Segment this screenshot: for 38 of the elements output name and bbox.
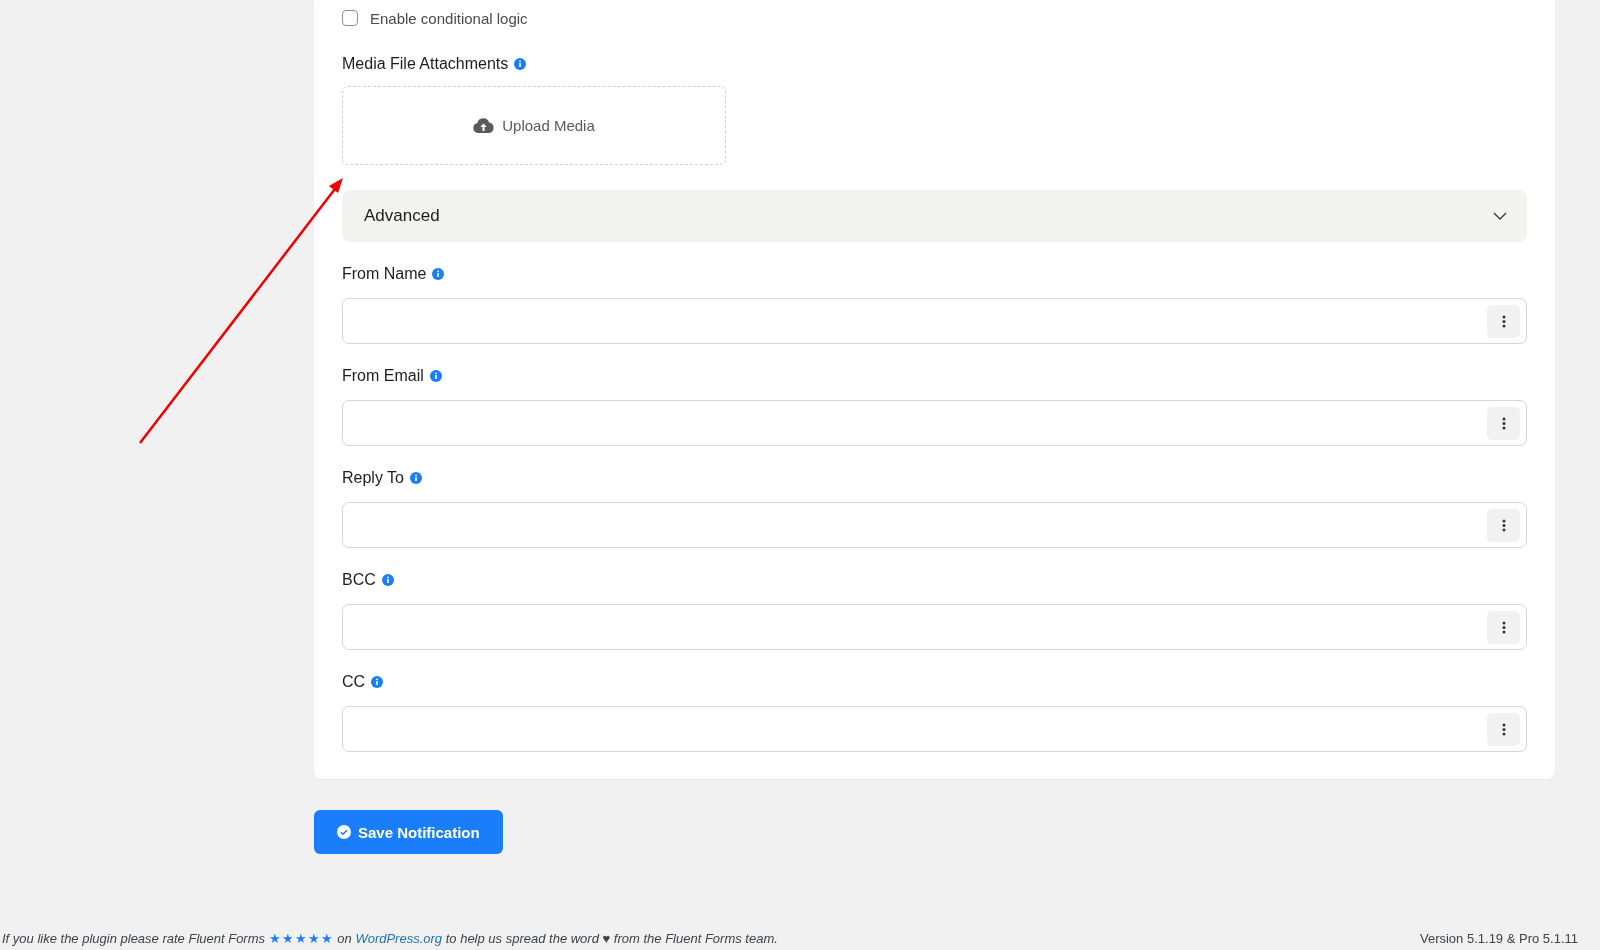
info-icon — [381, 574, 394, 586]
field-label: BCC — [342, 571, 376, 589]
advanced-section-header[interactable]: Advanced — [342, 190, 1527, 242]
options-button[interactable] — [1487, 304, 1520, 338]
text-input[interactable] — [342, 400, 1527, 446]
info-icon — [514, 58, 527, 70]
wordpress-link[interactable]: WordPress.org — [355, 931, 443, 946]
vertical-dots-icon — [1501, 416, 1506, 430]
field-label: Media File Attachments — [342, 55, 509, 73]
save-notification-button[interactable]: Save Notification — [314, 810, 503, 854]
upload-media-button[interactable]: Upload Media — [342, 86, 726, 165]
vertical-dots-icon — [1501, 518, 1506, 532]
options-button[interactable] — [1487, 508, 1520, 542]
field-label: From Name — [342, 265, 427, 283]
info-icon — [432, 268, 445, 280]
text-input[interactable] — [342, 298, 1527, 344]
text-input[interactable] — [342, 706, 1527, 752]
version-text: Version 5.1.19 & Pro 5.1.11 — [1419, 931, 1578, 946]
cloud-upload-icon — [473, 118, 495, 133]
options-button[interactable] — [1487, 406, 1520, 440]
check-circle-icon — [337, 825, 351, 839]
vertical-dots-icon — [1501, 620, 1506, 634]
field-label: From Email — [342, 367, 424, 385]
vertical-dots-icon — [1501, 314, 1506, 328]
field-label: CC — [342, 673, 366, 691]
info-icon — [371, 676, 384, 688]
text-input[interactable] — [342, 502, 1527, 548]
checkbox-label: Enable conditional logic — [370, 9, 528, 27]
info-icon — [409, 472, 422, 484]
footer-message: If you like the plugin please rate Fluent Forms ★★★★★ on WordPress.org to help us spread the word ♥ from the Fluent Forms team. — [2, 931, 778, 946]
options-button[interactable] — [1487, 610, 1520, 644]
info-icon — [429, 370, 442, 382]
options-button[interactable] — [1487, 712, 1520, 746]
vertical-dots-icon — [1501, 722, 1506, 736]
field-label: Reply To — [342, 469, 404, 487]
checkbox[interactable] — [342, 10, 358, 26]
text-input[interactable] — [342, 604, 1527, 650]
chevron-down-icon — [1493, 212, 1507, 220]
